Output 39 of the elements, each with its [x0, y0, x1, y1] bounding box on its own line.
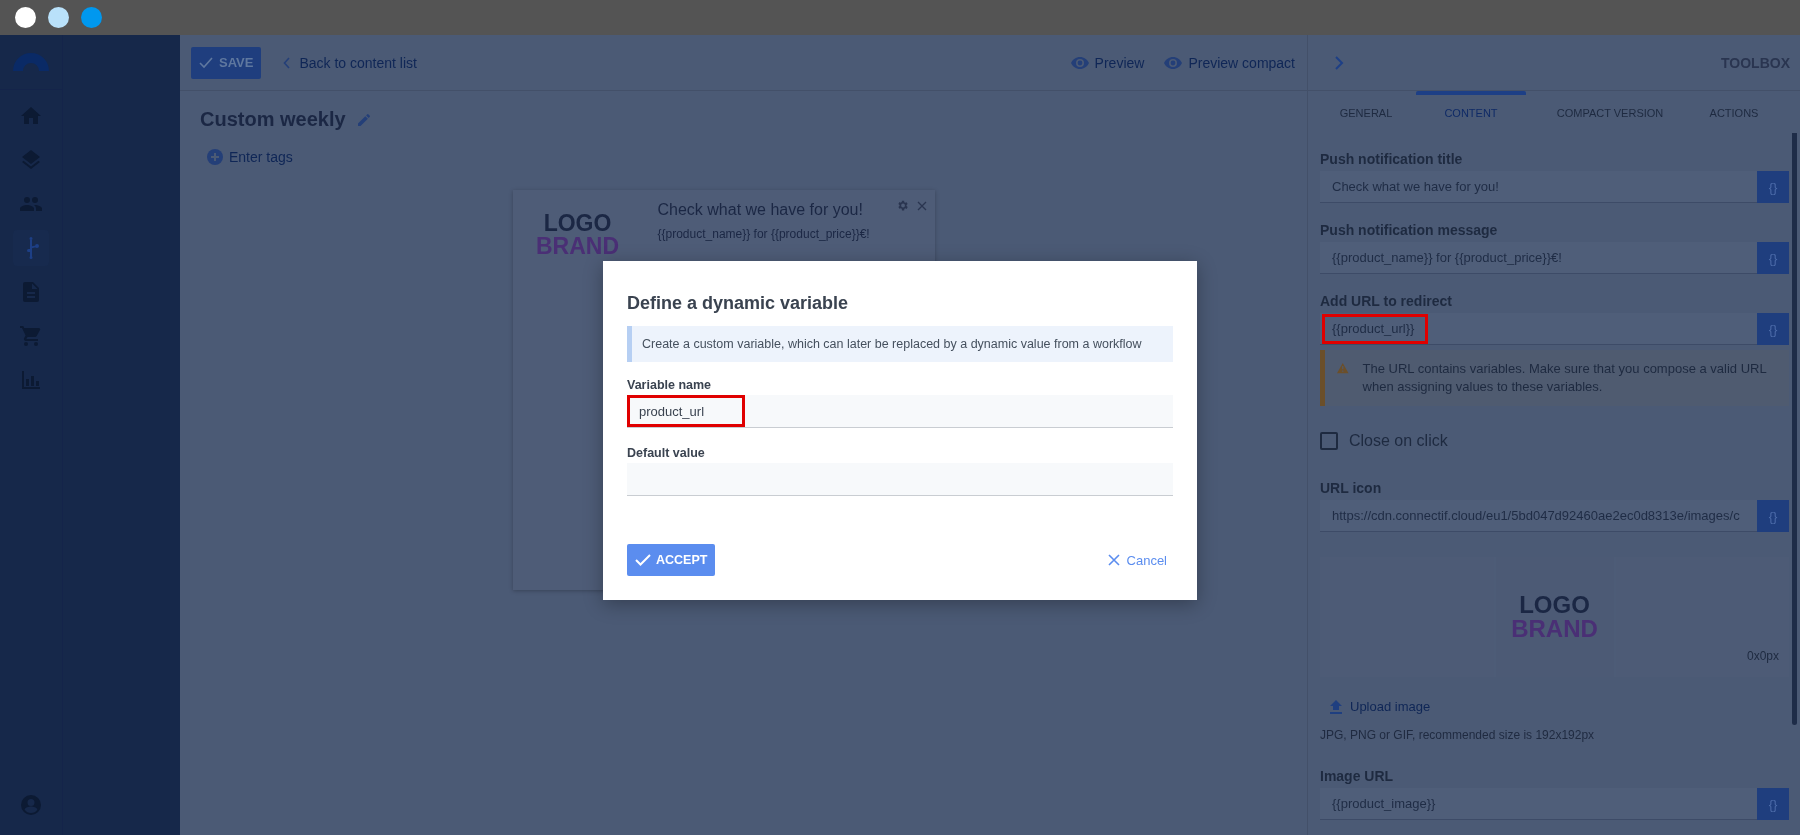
- variable-button[interactable]: {}: [1757, 788, 1789, 820]
- window-minimize-dot[interactable]: [48, 7, 69, 28]
- check-icon: [635, 554, 651, 566]
- variable-button[interactable]: {}: [1757, 313, 1789, 345]
- accept-button[interactable]: ACCEPT: [627, 544, 716, 576]
- warning-icon: [1337, 360, 1349, 376]
- pencil-icon[interactable]: [355, 111, 372, 128]
- field-label: Variable name: [627, 378, 713, 392]
- plus-circle-icon: [207, 149, 223, 165]
- preview-compact-link[interactable]: Preview compact: [1164, 54, 1295, 71]
- tab[interactable]: CONTENT: [1416, 91, 1526, 133]
- enter-tags-link[interactable]: Enter tags: [180, 131, 1307, 165]
- save-button[interactable]: SAVE: [191, 46, 262, 79]
- arch-logo-icon[interactable]: [13, 53, 49, 71]
- eye-icon: [1164, 56, 1183, 69]
- close-icon[interactable]: [916, 200, 927, 211]
- variable-button[interactable]: {}: [1757, 242, 1789, 274]
- cancel-button[interactable]: Cancel: [1101, 552, 1173, 568]
- upload-image-link[interactable]: Upload image: [1320, 677, 1789, 714]
- input-field[interactable]: product_url: [627, 395, 1173, 428]
- variable-button[interactable]: {}: [1757, 171, 1789, 203]
- window-maximize-dot[interactable]: [81, 7, 102, 28]
- preview-link[interactable]: Preview: [1070, 54, 1145, 71]
- nav-flow-icon[interactable]: [13, 230, 49, 266]
- user-avatar-icon[interactable]: [19, 793, 43, 817]
- upload-icon: [1330, 699, 1342, 714]
- chevron-right-icon[interactable]: [1334, 55, 1344, 70]
- window-close-dot[interactable]: [15, 7, 36, 28]
- input-field[interactable]: [627, 463, 1173, 496]
- dialog-title: Define a dynamic variable: [627, 293, 850, 314]
- checkbox[interactable]: [1320, 432, 1338, 450]
- back-link[interactable]: Back to content list: [283, 54, 417, 71]
- eye-icon: [1070, 56, 1089, 69]
- variable-button[interactable]: {}: [1757, 500, 1789, 532]
- check-icon: [199, 56, 213, 69]
- info-message: Create a custom variable, which can later be replaced by a dynamic value from a workflow: [627, 326, 1173, 362]
- field-label: Default value: [627, 446, 706, 460]
- close-icon: [1107, 554, 1120, 566]
- chevron-left-icon: [283, 56, 292, 69]
